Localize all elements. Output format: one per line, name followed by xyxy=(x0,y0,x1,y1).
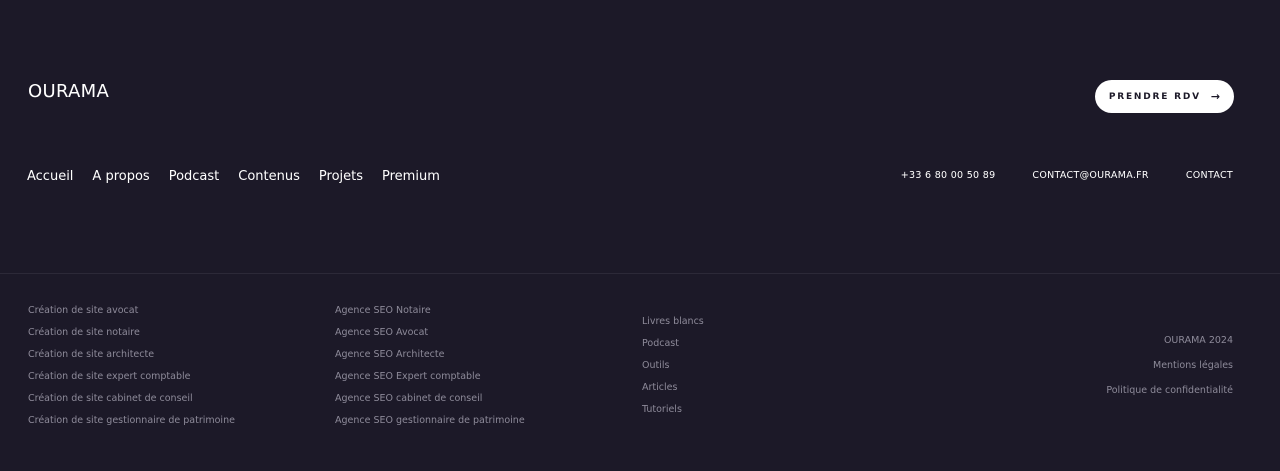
nav-item-podcast[interactable]: Podcast xyxy=(169,168,220,186)
brand-logo[interactable]: OURAMA xyxy=(28,81,109,102)
nav-item-projets[interactable]: Projets xyxy=(319,168,363,186)
main-nav: Accueil A propos Podcast Contenus Projet… xyxy=(27,168,440,186)
list-item[interactable]: Création de site expert comptable xyxy=(28,370,235,384)
copyright-text: OURAMA 2024 xyxy=(1163,335,1233,346)
seo-agency-links: Agence SEO Notaire Agence SEO Avocat Age… xyxy=(335,304,525,428)
nav-item-accueil[interactable]: Accueil xyxy=(27,168,73,186)
email-link[interactable]: CONTACT@OURAMA.FR xyxy=(1032,169,1148,183)
list-item[interactable]: Création de site notaire xyxy=(28,326,235,340)
list-item[interactable]: Outils xyxy=(642,359,704,373)
nav-item-contenus[interactable]: Contenus xyxy=(238,168,300,186)
list-item[interactable]: Création de site gestionnaire de patrimo… xyxy=(28,414,235,428)
list-item[interactable]: Agence SEO cabinet de conseil xyxy=(335,392,525,406)
list-item[interactable]: Création de site architecte xyxy=(28,348,235,362)
list-item[interactable]: Agence SEO Notaire xyxy=(335,304,525,318)
list-item[interactable]: Création de site cabinet de conseil xyxy=(28,392,235,406)
list-item[interactable]: Livres blancs xyxy=(642,315,704,329)
nav-item-a-propos[interactable]: A propos xyxy=(92,168,149,186)
list-item[interactable]: Podcast xyxy=(642,337,704,351)
footer-divider xyxy=(0,273,1280,274)
nav-item-premium[interactable]: Premium xyxy=(382,168,440,186)
prendre-rdv-button[interactable]: PRENDRE RDV → xyxy=(1095,80,1234,113)
site-creation-links: Création de site avocat Création de site… xyxy=(28,304,235,428)
arrow-right-icon: → xyxy=(1210,90,1221,103)
resources-links: Livres blancs Podcast Outils Articles Tu… xyxy=(642,315,704,417)
mentions-legales-link[interactable]: Mentions légales xyxy=(1153,359,1233,373)
contact-link[interactable]: CONTACT xyxy=(1186,169,1233,183)
list-item[interactable]: Tutoriels xyxy=(642,403,704,417)
list-item[interactable]: Création de site avocat xyxy=(28,304,235,318)
list-item[interactable]: Articles xyxy=(642,381,704,395)
list-item[interactable]: Agence SEO gestionnaire de patrimoine xyxy=(335,414,525,428)
cta-label: PRENDRE RDV xyxy=(1108,91,1201,102)
site-footer: OURAMA PRENDRE RDV → Accueil A propos Po… xyxy=(0,0,1280,471)
list-item[interactable]: Agence SEO Architecte xyxy=(335,348,525,362)
list-item[interactable]: Agence SEO Expert comptable xyxy=(335,370,525,384)
privacy-policy-link[interactable]: Politique de confidentialité xyxy=(1106,384,1233,398)
contact-links: +33 6 80 00 50 89 CONTACT@OURAMA.FR CONT… xyxy=(901,169,1233,183)
list-item[interactable]: Agence SEO Avocat xyxy=(335,326,525,340)
phone-link[interactable]: +33 6 80 00 50 89 xyxy=(901,169,996,183)
legal-block: OURAMA 2024 Mentions légales Politique d… xyxy=(1106,334,1233,398)
